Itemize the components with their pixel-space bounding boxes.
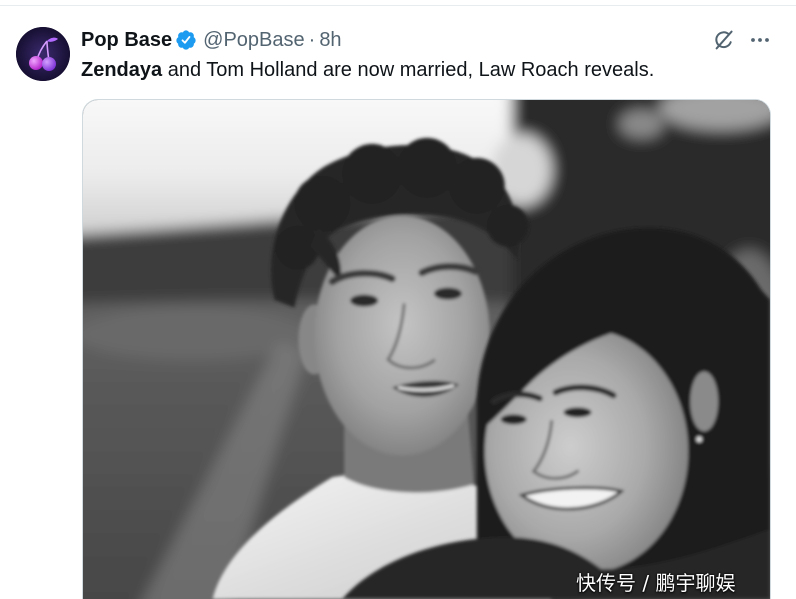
photo-image — [83, 100, 770, 599]
tweet-header: Pop Base @PopBase · 8h — [81, 28, 342, 52]
tweet-text: Zendaya and Tom Holland are now married,… — [81, 58, 771, 82]
author-handle[interactable]: @PopBase — [203, 28, 304, 52]
tweet-timestamp[interactable]: 8h — [319, 28, 341, 52]
cherry-icon — [16, 27, 70, 81]
header-separator: · — [308, 29, 316, 51]
grok-icon[interactable] — [712, 28, 736, 52]
top-divider — [0, 5, 796, 6]
tweet-text-bold: Zendaya — [81, 59, 163, 81]
verified-badge-icon[interactable] — [175, 29, 197, 51]
photo-watermark: 快传号 / 鹏宇聊娱 — [576, 571, 736, 595]
more-icon[interactable] — [748, 28, 772, 52]
tweet-text-rest: and Tom Holland are now married, Law Roa… — [162, 59, 655, 81]
author-avatar[interactable] — [16, 27, 70, 81]
author-name[interactable]: Pop Base — [81, 28, 172, 52]
tweet-photo[interactable] — [82, 99, 771, 599]
